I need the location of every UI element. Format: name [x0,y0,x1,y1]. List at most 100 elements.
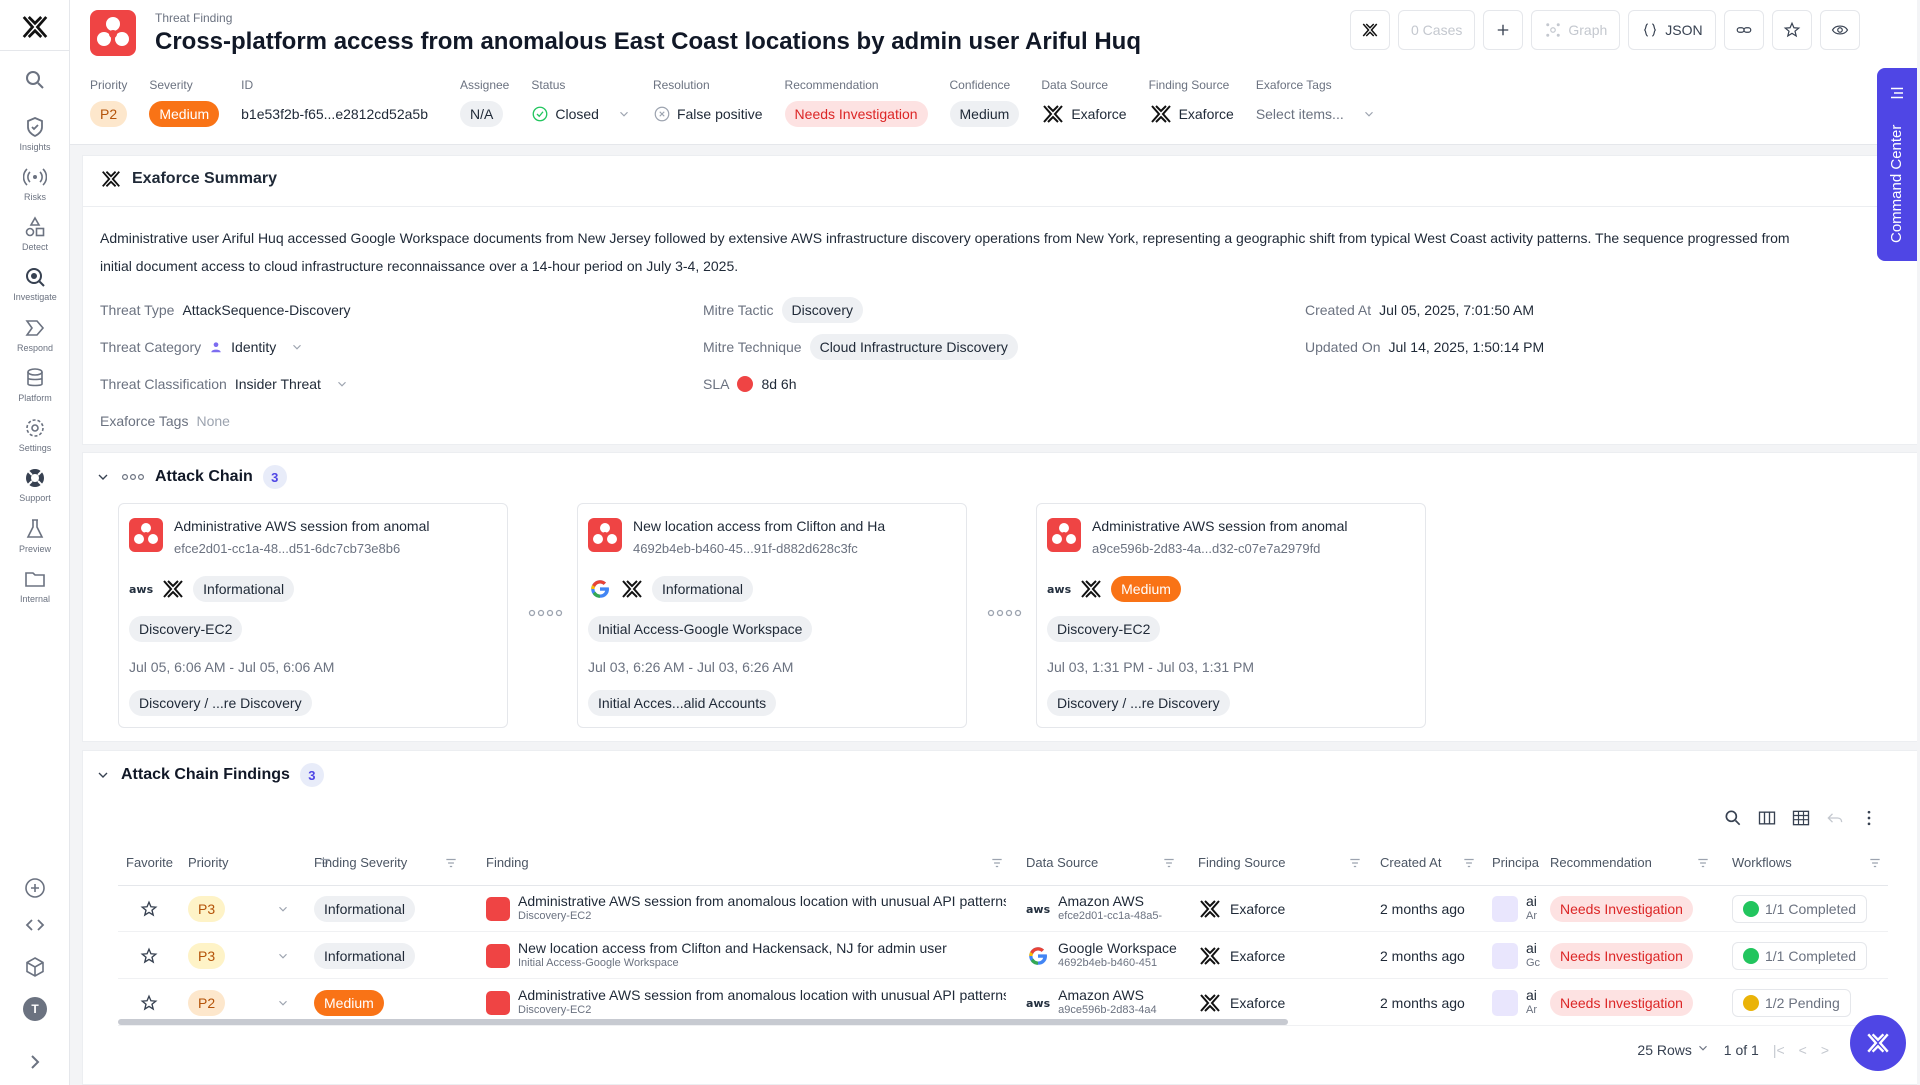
column-header[interactable]: Priority [188,841,228,885]
favorite-toggle[interactable] [140,886,158,932]
sidebar-item-risks[interactable]: Risks [0,165,70,202]
workflow-status[interactable]: 1/1 Completed [1732,942,1868,970]
mitre-technique-badge[interactable]: Cloud Infrastructure Discovery [809,334,1018,360]
columns-icon[interactable] [1757,808,1777,828]
more-vertical-icon[interactable] [1859,808,1879,828]
attack-chain-card-tag: Discovery-EC2 [1047,616,1161,642]
recommendation-badge[interactable]: Needs Investigation [784,101,928,127]
mitre-tactic-badge[interactable]: Discovery [781,297,864,323]
data-source-value[interactable]: Exaforce [1041,100,1127,128]
column-header[interactable]: Principa [1492,841,1544,885]
attack-chain-header[interactable]: Attack Chain 3 [95,465,287,489]
filter-icon[interactable] [990,856,1004,870]
confidence-badge[interactable]: Medium [949,101,1020,127]
sidebar-item-insights[interactable]: Insights [0,115,70,152]
user-avatar[interactable]: T [0,997,70,1021]
column-header[interactable]: Created At [1380,841,1441,885]
priority-badge[interactable]: P2 [188,990,226,1016]
filter-icon[interactable] [1868,856,1882,870]
sidebar-expand[interactable] [0,1050,70,1074]
priority-dropdown[interactable] [276,886,290,932]
sidebar-item-support[interactable]: Support [0,466,70,503]
exaforce-logo-icon[interactable] [20,12,50,42]
json-button[interactable]: JSON [1628,10,1716,50]
next-page-button[interactable]: > [1821,1042,1829,1058]
column-header[interactable]: Recommendation [1550,841,1652,885]
priority-badge[interactable]: P3 [188,896,226,922]
attack-chain-card[interactable]: New location access from Clifton and Ha … [577,503,967,728]
finding-source-label: Finding Source [1148,78,1230,92]
rows-per-page-select[interactable]: 25 Rows [1637,1041,1709,1058]
filter-icon[interactable] [1696,856,1710,870]
finding-cell[interactable]: New location access from Clifton and Hac… [486,933,1006,979]
graph-button[interactable]: Graph [1531,10,1621,50]
status-select[interactable]: Closed [531,100,631,128]
filter-icon[interactable] [1162,856,1176,870]
horizontal-scrollbar[interactable] [118,1019,1288,1025]
filter-icon[interactable] [1462,856,1476,870]
assignee-badge[interactable]: N/A [459,101,504,127]
finding-cell[interactable]: Administrative AWS session from anomalou… [486,886,1006,932]
sidebar-item-internal[interactable]: Internal [0,567,70,604]
filter-icon[interactable] [1348,856,1362,870]
summary-text-line: initial document access to cloud infrast… [100,258,739,274]
priority-badge[interactable]: P3 [188,943,226,969]
assistant-fab-button[interactable] [1850,1015,1906,1071]
principal-cell[interactable]: ai Ar [1492,980,1544,1026]
first-page-button[interactable]: |< [1773,1042,1785,1058]
sidebar-item-respond[interactable]: Respond [0,316,70,353]
copy-link-button[interactable] [1723,10,1764,50]
add-button[interactable] [1483,10,1524,50]
sidebar-item-detect[interactable]: Detect [0,215,70,252]
priority-dropdown[interactable] [276,933,290,979]
recommendation-badge: Needs Investigation [1550,943,1693,969]
table-icon[interactable] [1791,808,1811,828]
cases-button[interactable]: 0 Cases [1398,10,1476,50]
principal-cell[interactable]: ai Ar [1492,886,1544,932]
filter-icon[interactable] [444,856,458,870]
finding-source-value[interactable]: Exaforce [1149,100,1234,128]
tags-select[interactable]: Select items... [1256,100,1376,128]
table-row[interactable]: P3 Informational Administrative AWS sess… [118,886,1888,932]
prev-page-button[interactable]: < [1799,1042,1807,1058]
threat-classification-field[interactable]: Threat Classification Insider Threat [100,370,349,398]
sidebar-item-package[interactable] [0,955,70,979]
updated-on-label: Updated On [1305,339,1381,355]
graph-label: Graph [1568,22,1608,38]
principal-cell[interactable]: ai Gc [1492,933,1544,979]
column-header[interactable]: Finding Severity [314,841,407,885]
exaforce-action-button[interactable] [1350,10,1390,50]
resolution-value[interactable]: False positive [653,100,763,128]
favorite-toggle[interactable] [140,933,158,979]
column-header[interactable]: Data Source [1026,841,1098,885]
attack-chain-card[interactable]: Administrative AWS session from anomal a… [1036,503,1426,728]
search-icon[interactable] [1723,808,1743,828]
finding-id[interactable]: b1e53f2b-f65...e2812cd52a5b [241,106,428,122]
sidebar-item-settings[interactable]: Settings [0,416,70,453]
command-center-tab[interactable]: Command Center [1877,68,1917,261]
sidebar-item-preview[interactable]: Preview [0,517,70,554]
findings-header[interactable]: Attack Chain Findings 3 [95,763,324,787]
workflow-status[interactable]: 1/2 Pending [1732,989,1851,1017]
current-page[interactable]: 1 [1724,1042,1732,1058]
undo-icon[interactable] [1825,808,1845,828]
sidebar-item-label: Respond [16,343,54,353]
column-header[interactable]: Workflows [1732,841,1792,885]
workflow-status[interactable]: 1/1 Completed [1732,895,1868,923]
sidebar-item-add[interactable] [0,876,70,900]
priority-badge[interactable]: P2 [90,101,128,127]
column-header[interactable]: Finding [486,841,529,885]
table-row[interactable]: P3 Informational New location access fro… [118,933,1888,979]
sidebar-item-investigate[interactable]: Investigate [0,265,70,302]
sidebar-item-code[interactable] [0,913,70,937]
attack-chain-card[interactable]: Administrative AWS session from anomal e… [118,503,508,728]
threat-category-field[interactable]: Threat Category Identity [100,333,304,361]
watch-button[interactable] [1819,10,1860,50]
favorite-button[interactable] [1771,10,1812,50]
column-header[interactable]: Finding Source [1198,841,1285,885]
sidebar-item-search[interactable] [0,68,70,92]
column-header[interactable]: Favorite [126,841,173,885]
severity-badge[interactable]: Medium [149,101,220,127]
sidebar-item-platform[interactable]: Platform [0,366,70,403]
gear-icon [26,419,44,437]
